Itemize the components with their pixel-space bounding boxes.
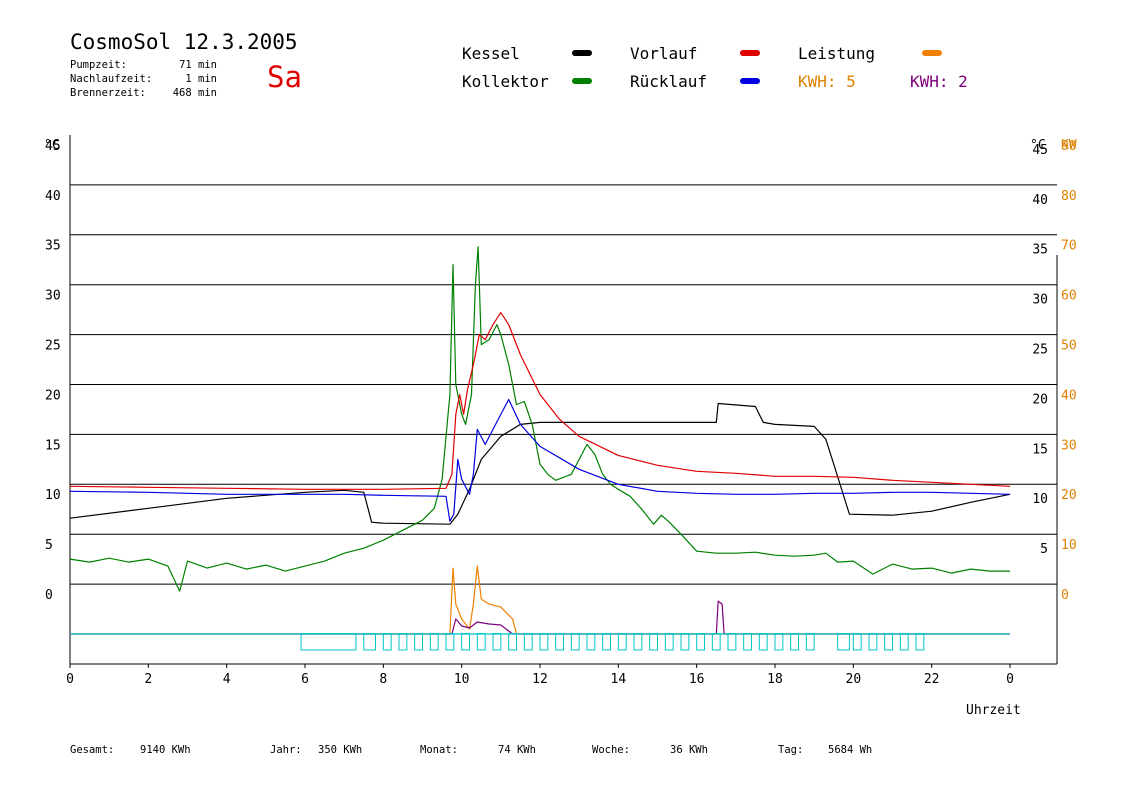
x-tick-label: 2 — [144, 672, 152, 687]
x-tick-label: 10 — [454, 672, 470, 687]
pump-block — [649, 633, 659, 651]
y-tick-label-right: 20 — [1032, 392, 1048, 407]
pump-block — [915, 633, 925, 651]
kw-tick-label: 60 — [1061, 289, 1077, 304]
y-tick-label: 0 — [45, 588, 53, 603]
pump-block — [899, 633, 909, 651]
pump-block — [539, 633, 549, 651]
x-tick-label: 16 — [689, 672, 705, 687]
pump-block — [508, 633, 517, 651]
pump-block — [617, 633, 627, 651]
y-tick-label: 5 — [45, 538, 53, 553]
series-kwh2 — [70, 600, 1010, 635]
x-tick-label: 18 — [767, 672, 783, 687]
pump-block — [884, 633, 894, 651]
pump-block — [664, 633, 674, 651]
pump-block — [837, 633, 850, 651]
y-tick-label: 40 — [45, 189, 61, 204]
kw-tick-label: 30 — [1061, 438, 1077, 453]
kw-tick-label: 80 — [1061, 189, 1077, 204]
series-kollektor — [69, 246, 1010, 592]
x-tick-label: 12 — [532, 672, 548, 687]
y-tick-label-right: 30 — [1032, 293, 1048, 308]
footer-woche-value: 36 KWh — [670, 744, 708, 756]
pump-block — [555, 633, 565, 651]
pump-block — [414, 633, 423, 651]
pump-block — [852, 633, 862, 651]
footer-gesamt-value: 9140 KWh — [140, 744, 191, 756]
pump-block — [727, 633, 737, 651]
x-tick-label: 0 — [1006, 672, 1014, 687]
y-tick-label-right: 40 — [1032, 193, 1048, 208]
pump-block — [602, 633, 612, 651]
kw-tick-label: 20 — [1061, 488, 1077, 503]
y-tick-label-right: 5 — [1040, 542, 1048, 557]
kw-tick-label: 70 — [1061, 239, 1077, 254]
series-leistung — [70, 565, 1010, 635]
pump-block — [633, 633, 643, 651]
pump-block — [461, 633, 470, 651]
x-tick-label: 0 — [66, 672, 74, 687]
kw-tick-label: 10 — [1061, 538, 1077, 553]
x-tick-label: 8 — [379, 672, 387, 687]
pump-block — [868, 633, 878, 651]
footer-monat-value: 74 KWh — [498, 744, 536, 756]
y-tick-label: 15 — [45, 438, 61, 453]
pump-block — [774, 633, 784, 651]
y-tick-label-right: 35 — [1032, 243, 1048, 258]
pump-block — [743, 633, 753, 651]
x-axis-label: Uhrzeit — [966, 703, 1021, 718]
kw-tick-label: 90 — [1061, 139, 1077, 154]
y-tick-label-right: 10 — [1032, 492, 1048, 507]
y-tick-label: 20 — [45, 388, 61, 403]
x-tick-label: 22 — [924, 672, 940, 687]
footer-woche-label: Woche: — [592, 744, 630, 756]
footer-tag-value: 5684 Wh — [828, 744, 873, 756]
pump-block — [476, 633, 486, 651]
y-tick-label: 10 — [45, 488, 61, 503]
x-tick-label: 20 — [846, 672, 862, 687]
y-tick-label: 45 — [45, 139, 61, 154]
pump-block — [758, 633, 768, 651]
temperature-chart: °C °C KW Uhrzeit 05101520253035404551015… — [44, 135, 1077, 718]
pump-block — [711, 633, 721, 651]
y-tick-label-right: 15 — [1032, 442, 1048, 457]
pump-block — [523, 633, 533, 651]
footer-jahr-label: Jahr: — [270, 744, 302, 756]
pump-block — [363, 633, 376, 651]
y-tick-label-right: 45 — [1032, 143, 1048, 158]
pump-block — [570, 633, 580, 651]
x-tick-label: 6 — [301, 672, 309, 687]
kw-tick-label: 0 — [1061, 588, 1069, 603]
pump-block — [382, 633, 392, 651]
pump-block — [398, 633, 408, 651]
kw-tick-label: 50 — [1061, 339, 1077, 354]
pump-block — [586, 633, 596, 651]
x-tick-label: 4 — [223, 672, 231, 687]
pump-block — [696, 633, 706, 651]
pump-block — [300, 633, 357, 651]
pump-block — [429, 633, 439, 651]
x-tick-label: 14 — [611, 672, 627, 687]
pump-block — [805, 633, 815, 651]
pump-block — [790, 633, 800, 651]
series-r-cklauf — [69, 398, 1011, 522]
pump-block — [492, 633, 502, 651]
y-tick-label: 25 — [45, 339, 61, 354]
pump-block — [445, 633, 455, 651]
kw-tick-label: 40 — [1061, 388, 1077, 403]
y-tick-label: 35 — [45, 239, 61, 254]
y-tick-label-right: 25 — [1032, 343, 1048, 358]
pump-block — [680, 633, 690, 651]
footer-tag-label: Tag: — [778, 744, 804, 756]
footer-monat-label: Monat: — [420, 744, 458, 756]
y-tick-label: 30 — [45, 289, 61, 304]
footer-jahr-value: 350 KWh — [318, 744, 363, 756]
footer-gesamt-label: Gesamt: — [70, 744, 115, 756]
